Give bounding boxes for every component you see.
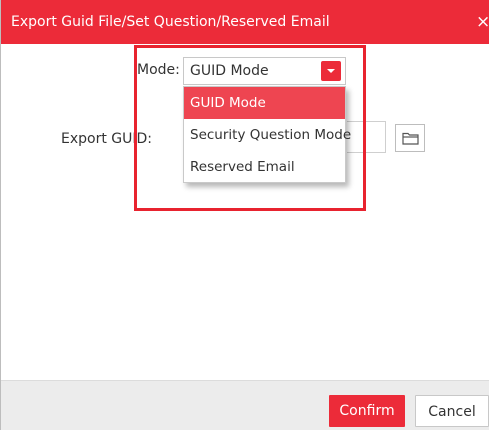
mode-option-security-question[interactable]: Security Question Mode: [184, 119, 351, 151]
close-icon[interactable]: ×: [476, 0, 489, 44]
dialog-title: Export Guid File/Set Question/Reserved E…: [11, 14, 330, 30]
export-guid-label: Export GUID:: [61, 131, 152, 147]
export-guid-path-input[interactable]: [347, 121, 386, 153]
mode-dropdown-list: GUID Mode Security Question Mode Reserve…: [183, 86, 351, 183]
folder-icon: [402, 132, 419, 145]
mode-select[interactable]: GUID Mode: [183, 57, 346, 85]
chevron-down-icon[interactable]: [321, 61, 341, 81]
mode-label: Mode:: [137, 62, 180, 78]
mode-option-reserved-email[interactable]: Reserved Email: [184, 151, 345, 183]
dialog-titlebar: Export Guid File/Set Question/Reserved E…: [1, 0, 489, 44]
export-guid-dialog: Export Guid File/Set Question/Reserved E…: [0, 0, 489, 430]
dialog-footer: Confirm Cancel: [1, 380, 489, 430]
cancel-button[interactable]: Cancel: [415, 395, 489, 427]
browse-folder-button[interactable]: [395, 124, 425, 152]
mode-select-value: GUID Mode: [190, 63, 269, 79]
confirm-button[interactable]: Confirm: [329, 395, 405, 427]
mode-option-guid[interactable]: GUID Mode: [184, 87, 345, 119]
